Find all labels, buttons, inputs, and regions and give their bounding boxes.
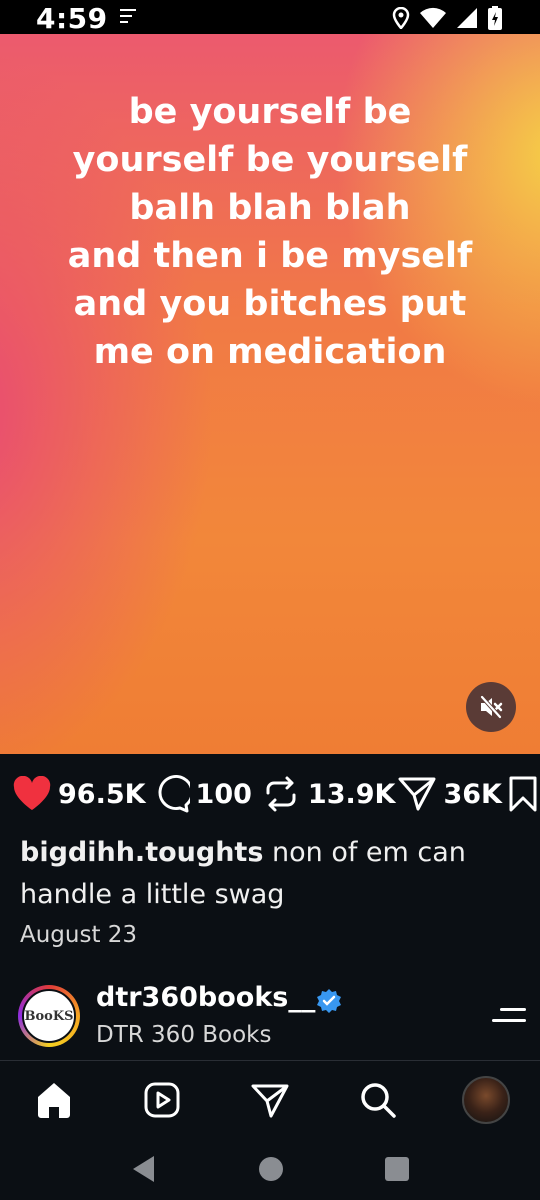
search-icon xyxy=(361,1083,396,1118)
mute-button[interactable] xyxy=(466,682,516,732)
nav-direct[interactable] xyxy=(240,1070,300,1130)
comment-button[interactable]: 100 xyxy=(150,775,252,813)
profile-avatar xyxy=(462,1076,510,1124)
home-icon xyxy=(38,1083,70,1118)
post-overlay-text: be yourself be yourself be yourself balh… xyxy=(67,92,473,372)
repost-count: 13.9K xyxy=(307,778,396,810)
nav-search[interactable] xyxy=(348,1070,408,1130)
divider xyxy=(0,1060,540,1061)
recents-icon[interactable] xyxy=(384,1156,410,1182)
status-time: 4:59 xyxy=(36,2,108,35)
post-date: August 23 xyxy=(20,922,138,948)
signal-icon xyxy=(457,8,477,28)
direct-message-icon xyxy=(251,1084,289,1118)
share-count: 36K xyxy=(443,778,502,810)
share-icon xyxy=(398,777,436,811)
comment-count: 100 xyxy=(195,778,252,810)
account-name: DTR 360 Books xyxy=(96,1022,272,1048)
bottom-nav xyxy=(0,1062,540,1138)
post-media[interactable]: be yourself be yourself be yourself balh… xyxy=(0,34,540,754)
status-bar: 4:59 xyxy=(0,0,540,35)
status-icons xyxy=(392,6,502,30)
notification-menu-icon xyxy=(120,9,136,27)
avatar-logo-text: BooKS xyxy=(24,1008,74,1024)
suggested-account-row[interactable]: BooKS dtr360books__ DTR 360 Books xyxy=(18,982,528,1054)
post-caption: bigdihh.toughts non of em can handle a l… xyxy=(20,832,510,916)
nav-reels[interactable] xyxy=(132,1070,192,1130)
repost-button[interactable]: 13.9K xyxy=(264,775,396,813)
caption-username[interactable]: bigdihh.toughts xyxy=(20,837,263,868)
action-bar: 96.5K 100 13.9K 36K xyxy=(0,754,540,834)
reels-icon xyxy=(144,1082,180,1118)
share-button[interactable]: 36K xyxy=(397,775,502,813)
battery-charging-icon xyxy=(488,6,502,30)
nav-home[interactable] xyxy=(24,1070,84,1130)
bookmark-icon xyxy=(509,776,537,812)
nav-profile[interactable] xyxy=(456,1070,516,1130)
back-icon[interactable] xyxy=(130,1154,158,1184)
account-menu-icon[interactable] xyxy=(492,1008,526,1030)
verified-badge-icon xyxy=(317,989,341,1013)
wifi-icon xyxy=(420,7,446,28)
save-button[interactable] xyxy=(508,776,538,812)
home-circle-icon[interactable] xyxy=(258,1156,284,1182)
location-icon xyxy=(392,7,410,29)
system-nav xyxy=(0,1138,540,1200)
heart-icon xyxy=(13,776,51,810)
like-button[interactable]: 96.5K xyxy=(12,776,146,812)
comment-icon xyxy=(158,775,190,813)
account-avatar[interactable]: BooKS xyxy=(18,985,80,1047)
speaker-muted-icon xyxy=(480,695,503,719)
like-count: 96.5K xyxy=(58,778,146,810)
account-handle[interactable]: dtr360books__ xyxy=(96,982,315,1013)
repost-icon xyxy=(266,776,296,812)
